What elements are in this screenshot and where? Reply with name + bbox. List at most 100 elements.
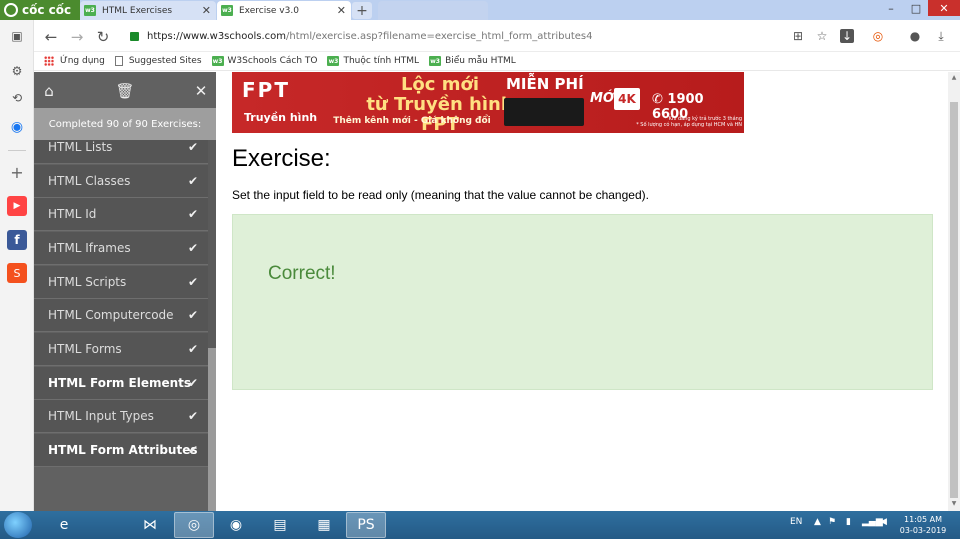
lock-icon — [130, 32, 139, 41]
bookmarks-bar: Ứng dụng Suggested Sites w3 W3Schools Cá… — [34, 52, 960, 71]
bookmark-html-attributes[interactable]: w3 Thuộc tính HTML — [327, 56, 419, 66]
reload-icon[interactable]: ↻ — [94, 28, 112, 46]
tab-close-icon[interactable]: ✕ — [202, 4, 211, 17]
profile-icon[interactable]: ● — [908, 29, 922, 43]
trash-icon[interactable]: 🗑 — [115, 82, 134, 100]
w3schools-favicon-icon: w3 — [221, 5, 233, 16]
w3-icon: w3 — [327, 56, 340, 66]
exercise-item-html-forms[interactable]: HTML Forms ✔ — [34, 333, 208, 366]
browser-brand[interactable]: cốc cốc — [0, 0, 80, 20]
language-indicator[interactable]: EN — [790, 517, 802, 527]
page-scroll-thumb[interactable] — [950, 102, 958, 498]
ad-headline-1: Lộc mới — [400, 74, 480, 95]
browser-sidebar: ▣ ⚙ ⟲ ◉ + ▶ f S — [0, 20, 34, 511]
chrome-icon[interactable]: ◉ — [216, 512, 256, 538]
settings-icon[interactable]: ⚙ — [7, 61, 27, 81]
checkmark-icon: ✔ — [187, 308, 198, 322]
exercise-item-html-iframes[interactable]: HTML Iframes ✔ — [34, 232, 208, 265]
back-icon[interactable]: ← — [42, 28, 60, 46]
exercise-item-label: HTML Id — [48, 207, 97, 221]
ad-tagline: Thêm kênh mới - Giá không đổi — [333, 116, 491, 126]
coccoc-logo-icon — [4, 3, 18, 17]
show-hidden-icons-icon[interactable]: ▲ — [814, 517, 821, 527]
exercise-item-label: HTML Iframes — [48, 241, 131, 255]
checkmark-icon: ✔ — [187, 409, 198, 423]
exercise-item-html-classes[interactable]: HTML Classes ✔ — [34, 165, 208, 198]
action-center-icon[interactable]: ⚑ — [828, 517, 836, 527]
tab-close-icon[interactable]: ✕ — [337, 4, 346, 17]
network-icon[interactable]: ▮ — [846, 517, 851, 527]
scroll-down-icon[interactable]: ▼ — [950, 500, 958, 507]
bookmark-suggested-sites[interactable]: Suggested Sites — [114, 56, 202, 66]
exercise-item-html-lists[interactable]: HTML Lists ✔ — [34, 140, 208, 164]
exercise-item-label: HTML Form Attributes — [48, 443, 198, 457]
download-manager-icon[interactable]: ↓ — [840, 29, 854, 43]
maximize-button[interactable]: □ — [905, 0, 927, 16]
bookmark-label: W3Schools Cách TO — [227, 56, 318, 66]
internet-explorer-icon[interactable]: e — [44, 512, 84, 538]
exercise-item-html-id[interactable]: HTML Id ✔ — [34, 198, 208, 231]
forward-icon[interactable]: → — [68, 28, 86, 46]
apps-grid-icon — [44, 56, 54, 66]
bookmark-label: Suggested Sites — [128, 56, 202, 66]
youtube-icon[interactable]: ▶ — [7, 196, 27, 216]
visual-studio-icon[interactable]: ⋈ — [130, 512, 170, 538]
history-icon[interactable]: ⟲ — [7, 88, 27, 108]
tab-title: Exercise v3.0 — [239, 5, 299, 16]
paint-icon[interactable]: ▦ — [304, 512, 344, 538]
tab-background[interactable] — [378, 1, 488, 20]
ad-sub: Truyền hình — [244, 111, 318, 124]
bookmark-label: Ứng dụng — [60, 56, 105, 66]
bookmark-html-forms[interactable]: w3 Biểu mẫu HTML — [429, 56, 516, 66]
w3schools-favicon-icon: w3 — [84, 5, 96, 16]
add-icon[interactable]: + — [7, 162, 27, 182]
bookmark-star-icon[interactable]: ☆ — [815, 29, 829, 43]
exercise-item-html-scripts[interactable]: HTML Scripts ✔ — [34, 266, 208, 299]
scroll-up-icon[interactable]: ▲ — [950, 74, 958, 81]
bookmark-w3schools[interactable]: w3 W3Schools Cách TO — [211, 56, 318, 66]
download-icon[interactable]: ⤓ — [934, 29, 948, 43]
browser-brand-label: cốc cốc — [22, 3, 72, 17]
result-panel: Correct! — [232, 214, 933, 390]
exercise-item-html-form-elements[interactable]: HTML Form Elements ✔ — [34, 367, 208, 400]
exercise-item-label: HTML Forms — [48, 342, 122, 356]
start-button[interactable] — [4, 512, 32, 538]
ad-banner[interactable]: FPT Truyền hình Lộc mới từ Truyền hình F… — [232, 72, 744, 133]
url-field[interactable]: https://www.w3schools.com/html/exercise.… — [126, 26, 852, 47]
facebook-icon[interactable]: f — [7, 230, 27, 250]
url-host: https://www.w3schools.com — [147, 31, 286, 42]
messenger-icon[interactable]: ◉ — [7, 117, 27, 137]
checkmark-icon: ✔ — [187, 140, 198, 154]
minimize-button[interactable]: – — [880, 0, 902, 16]
result-message: Correct! — [268, 263, 336, 284]
exercise-description: Set the input field to be read only (mea… — [232, 188, 649, 202]
new-tab-button[interactable]: + — [352, 2, 372, 19]
coccoc-taskbar-icon[interactable]: ◎ — [174, 512, 214, 538]
shopee-icon[interactable]: S — [7, 263, 27, 283]
bookmark-apps[interactable]: Ứng dụng — [44, 56, 105, 66]
clock[interactable]: 11:05 AM 03-03-2019 — [893, 514, 953, 536]
sidebar-panel-icon[interactable]: ▣ — [7, 26, 27, 46]
translate-icon[interactable]: ⊞ — [791, 29, 805, 43]
taskbar: e ⋈ ◎ ◉ ▤ ▦ PS EN ▲ ⚑ ▮ ▂▄▆ ◀ 11:05 AM 0… — [0, 511, 960, 539]
ad-headline-2: từ Truyền hình FPT — [366, 94, 514, 134]
page-title: Exercise: — [232, 145, 331, 172]
tab-html-exercises[interactable]: w3 HTML Exercises ✕ — [80, 1, 216, 20]
close-icon[interactable]: ✕ — [192, 82, 210, 100]
exercise-item-html-form-attributes[interactable]: HTML Form Attributes ✔ — [34, 434, 208, 467]
close-window-button[interactable]: ✕ — [928, 0, 960, 16]
extension-icon[interactable]: ◎ — [871, 29, 885, 43]
phpstorm-icon[interactable]: PS — [346, 512, 386, 538]
exercise-item-html-input-types[interactable]: HTML Input Types ✔ — [34, 400, 208, 433]
home-icon[interactable]: ⌂ — [40, 82, 58, 100]
exercise-item-html-computercode[interactable]: HTML Computercode ✔ — [34, 299, 208, 332]
file-explorer-icon[interactable]: ▤ — [260, 512, 300, 538]
page-scrollbar[interactable]: ▲ ▼ — [948, 72, 960, 511]
exercise-list-scroll-thumb[interactable] — [208, 348, 216, 511]
volume-icon[interactable]: ◀ — [880, 517, 887, 527]
exercise-item-label: HTML Computercode — [48, 308, 174, 322]
tab-exercise[interactable]: w3 Exercise v3.0 ✕ — [217, 1, 351, 20]
bookmark-label: Thuộc tính HTML — [343, 56, 420, 66]
w3-icon: w3 — [211, 56, 224, 66]
clock-time: 11:05 AM — [904, 515, 942, 524]
